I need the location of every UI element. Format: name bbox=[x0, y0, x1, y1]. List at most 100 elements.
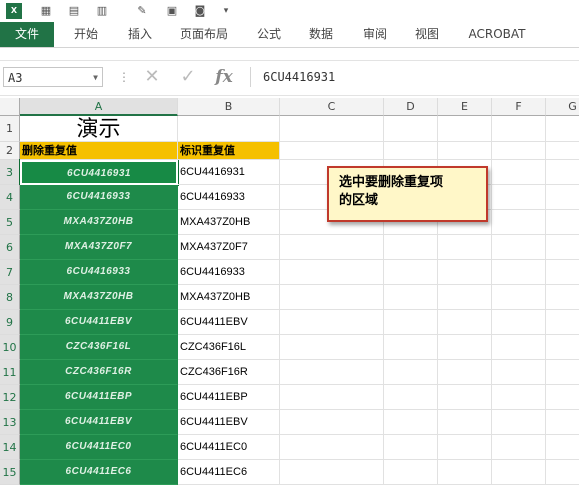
row-header-10[interactable]: 10 bbox=[0, 335, 20, 360]
cell-empty[interactable] bbox=[492, 142, 546, 160]
cell-b-value[interactable]: 6CU4411EBP bbox=[178, 385, 280, 410]
cell-empty[interactable] bbox=[384, 360, 438, 385]
cell-empty[interactable] bbox=[492, 160, 546, 185]
cell-a-value[interactable]: MXA437Z0HB bbox=[20, 285, 178, 310]
cell-b-value[interactable]: 6CU4411EBV bbox=[178, 410, 280, 435]
cell-empty[interactable] bbox=[546, 142, 579, 160]
tab-data[interactable]: 数据 bbox=[298, 22, 344, 47]
cell-empty[interactable] bbox=[438, 385, 492, 410]
row-header-3[interactable]: 3 bbox=[0, 160, 20, 185]
cell-empty[interactable] bbox=[384, 335, 438, 360]
cell-empty[interactable] bbox=[280, 116, 384, 142]
tab-home[interactable]: 开始 bbox=[62, 22, 110, 47]
cell-empty[interactable] bbox=[438, 435, 492, 460]
cell-empty[interactable] bbox=[280, 142, 384, 160]
qat-dropdown-icon[interactable]: ▾ bbox=[218, 3, 234, 19]
cell-a-value[interactable]: 6CU4416931 bbox=[19, 159, 179, 186]
header-mark-duplicates[interactable]: 标识重复值 bbox=[178, 142, 280, 160]
formula-input[interactable]: 6CU4416931 bbox=[250, 67, 579, 87]
cell-empty[interactable] bbox=[438, 310, 492, 335]
cell-empty[interactable] bbox=[438, 410, 492, 435]
cell-empty[interactable] bbox=[492, 435, 546, 460]
col-header-d[interactable]: D bbox=[384, 98, 438, 116]
format-icon[interactable]: ▥ bbox=[94, 3, 110, 19]
more-options-icon[interactable]: ⋮ bbox=[112, 66, 136, 88]
cell-a-value[interactable]: 6CU4411EC6 bbox=[20, 460, 178, 485]
cell-empty[interactable] bbox=[280, 285, 384, 310]
cell-empty[interactable] bbox=[492, 285, 546, 310]
cell-empty[interactable] bbox=[492, 116, 546, 142]
cell-empty[interactable] bbox=[546, 360, 579, 385]
col-header-g[interactable]: G bbox=[546, 98, 579, 116]
cell-empty[interactable] bbox=[384, 410, 438, 435]
row-header-2[interactable]: 2 bbox=[0, 142, 20, 160]
cell-b-value[interactable]: 6CU4411EC0 bbox=[178, 435, 280, 460]
cell-empty[interactable] bbox=[438, 235, 492, 260]
title-cell[interactable]: 演示 bbox=[20, 116, 178, 142]
picture-icon[interactable]: ▣ bbox=[164, 3, 180, 19]
cell-b-value[interactable]: 6CU4411EBV bbox=[178, 310, 280, 335]
cell-empty[interactable] bbox=[280, 460, 384, 485]
cell-empty[interactable] bbox=[280, 235, 384, 260]
cell-empty[interactable] bbox=[492, 235, 546, 260]
row-header-8[interactable]: 8 bbox=[0, 285, 20, 310]
cell-empty[interactable] bbox=[178, 116, 280, 142]
col-header-f[interactable]: F bbox=[492, 98, 546, 116]
cell-b-value[interactable]: 6CU4416933 bbox=[178, 260, 280, 285]
chevron-down-icon[interactable]: ▼ bbox=[93, 68, 98, 88]
cell-a-value[interactable]: CZC436F16R bbox=[20, 360, 178, 385]
cell-empty[interactable] bbox=[438, 285, 492, 310]
cell-a-value[interactable]: MXA437Z0HB bbox=[20, 210, 178, 235]
cell-b-value[interactable]: MXA437Z0HB bbox=[178, 285, 280, 310]
cell-empty[interactable] bbox=[546, 160, 579, 185]
cell-empty[interactable] bbox=[280, 435, 384, 460]
cell-b-value[interactable]: 6CU4416933 bbox=[178, 185, 280, 210]
cell-empty[interactable] bbox=[492, 410, 546, 435]
row-header-15[interactable]: 15 bbox=[0, 460, 20, 485]
cell-empty[interactable] bbox=[280, 260, 384, 285]
row-header-4[interactable]: 4 bbox=[0, 185, 20, 210]
cell-empty[interactable] bbox=[546, 460, 579, 485]
cell-empty[interactable] bbox=[438, 460, 492, 485]
row-header-13[interactable]: 13 bbox=[0, 410, 20, 435]
cell-a-value[interactable]: 6CU4416933 bbox=[20, 260, 178, 285]
row-header-5[interactable]: 5 bbox=[0, 210, 20, 235]
tab-acrobat[interactable]: ACROBAT bbox=[462, 22, 532, 47]
col-header-b[interactable]: B bbox=[178, 98, 280, 116]
cell-b-value[interactable]: CZC436F16R bbox=[178, 360, 280, 385]
cell-empty[interactable] bbox=[438, 260, 492, 285]
name-box[interactable]: A3 ▼ bbox=[3, 67, 103, 87]
cell-empty[interactable] bbox=[280, 410, 384, 435]
eraser-icon[interactable]: ✎ bbox=[134, 3, 150, 19]
cell-empty[interactable] bbox=[546, 385, 579, 410]
row-header-14[interactable]: 14 bbox=[0, 435, 20, 460]
cell-empty[interactable] bbox=[384, 116, 438, 142]
cell-empty[interactable] bbox=[438, 360, 492, 385]
tab-view[interactable]: 视图 bbox=[404, 22, 450, 47]
row-header-11[interactable]: 11 bbox=[0, 360, 20, 385]
calendar-icon[interactable]: ▦ bbox=[38, 3, 54, 19]
cell-empty[interactable] bbox=[492, 185, 546, 210]
cell-empty[interactable] bbox=[546, 235, 579, 260]
cell-empty[interactable] bbox=[384, 285, 438, 310]
cell-empty[interactable] bbox=[438, 116, 492, 142]
select-all-corner[interactable] bbox=[0, 98, 20, 116]
insert-function-icon[interactable]: fx bbox=[212, 66, 236, 88]
cell-empty[interactable] bbox=[384, 435, 438, 460]
cell-empty[interactable] bbox=[438, 335, 492, 360]
cell-empty[interactable] bbox=[280, 360, 384, 385]
cell-empty[interactable] bbox=[546, 310, 579, 335]
cancel-icon[interactable]: ✕ bbox=[140, 66, 164, 88]
cell-empty[interactable] bbox=[492, 460, 546, 485]
cell-b-value[interactable]: MXA437Z0HB bbox=[178, 210, 280, 235]
camera-icon[interactable]: ◙ bbox=[192, 3, 208, 19]
cell-empty[interactable] bbox=[492, 260, 546, 285]
row-header-12[interactable]: 12 bbox=[0, 385, 20, 410]
excel-logo-icon[interactable]: X bbox=[6, 3, 22, 19]
cell-empty[interactable] bbox=[384, 460, 438, 485]
tab-file[interactable]: 文件 bbox=[0, 22, 54, 47]
cell-empty[interactable] bbox=[384, 142, 438, 160]
cell-empty[interactable] bbox=[546, 116, 579, 142]
cell-b-value[interactable]: CZC436F16L bbox=[178, 335, 280, 360]
cell-empty[interactable] bbox=[384, 385, 438, 410]
